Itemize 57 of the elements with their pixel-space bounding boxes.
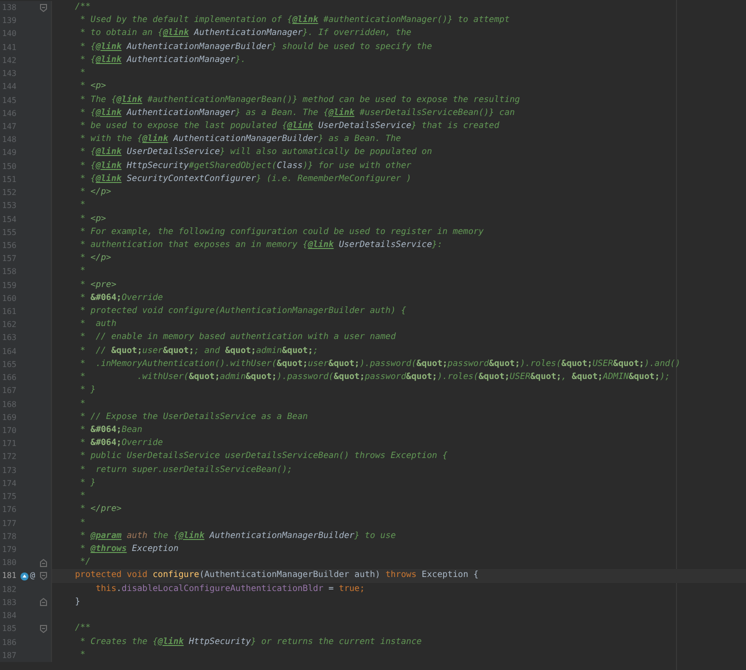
code-line: * @param auth the {@link AuthenticationManagerBuilder} to use <box>79 530 396 541</box>
code-line: * <pre> <box>79 280 116 290</box>
code-line: * @throws Exception <box>79 544 178 554</box>
code-line: * <box>79 491 86 502</box>
code-line: protected void configure(AuthenticationManagerBuilder auth) throws Exception { <box>75 570 479 580</box>
code-line: * <box>79 200 86 210</box>
code-line: * {@link SecurityContextConfigurer} (i.e. RememberMeConfigurer ) <box>79 174 412 184</box>
code-line: * <box>79 518 86 528</box>
fold-icon[interactable] <box>40 598 47 606</box>
code-line: * // Expose the UserDetailsService as a Bean <box>79 412 308 422</box>
code-line: * For example, the following configuration could be used to register in memory <box>79 226 484 237</box>
code-line: * {@link AuthenticationManager} as a Bean. The {@link #userDetailsServiceBean()} can <box>79 108 515 118</box>
code-line: * {@link UserDetailsService} will also automatically be populated on <box>79 147 432 158</box>
code-line: * with the {@link AuthenticationManagerBuilder} as a Bean. The <box>79 134 401 144</box>
code-line: * be used to expose the last populated {@link UserDetailsService} that is created <box>79 120 500 131</box>
code-line: * The {@link #authenticationManagerBean()} method can be used to expose the resulting <box>79 94 520 105</box>
line-number: 181 <box>1 570 18 582</box>
code-line: * public UserDetailsService userDetailsServiceBean() throws Exception { <box>79 451 448 462</box>
code-line: * to obtain an {@link AuthenticationManager}. If overridden, the <box>79 28 412 38</box>
code-line: * </p> <box>79 253 112 264</box>
code-line: } <box>75 596 80 607</box>
override-icon[interactable] <box>20 572 29 581</box>
annotation-marker[interactable]: @ <box>30 572 36 581</box>
code-line: */ <box>79 557 91 568</box>
code-line: this.disableLocalConfigureAuthenticationBldr = true; <box>94 584 365 594</box>
code-line: * {@link HttpSecurity#getSharedObject(Class)} for use with other <box>79 160 412 171</box>
code-line: * } <box>79 385 96 396</box>
code-line: * <p> <box>79 81 106 92</box>
code-line: * authentication that exposes an in memory {@link UserDetailsService}: <box>79 240 442 250</box>
code-line: * <box>79 650 86 660</box>
code-line: * &#064;Override <box>79 292 163 303</box>
code-line: * protected void configure(AuthenticationManagerBuilder auth) { <box>79 306 406 316</box>
code-line: * } <box>79 478 96 488</box>
code-line: * &#064;Override <box>79 438 163 448</box>
code-line: /** <box>75 623 91 634</box>
code-line: * <box>79 398 86 409</box>
code-line: * {@link AuthenticationManager}. <box>79 54 246 65</box>
fold-icon[interactable] <box>40 4 47 12</box>
code-line: * </pre> <box>79 504 122 514</box>
code-line: * .inMemoryAuthentication().withUser(&quot;user&quot;).password(&quot;password&quot;).roles(&quot;USER&quot;).and() <box>79 358 680 369</box>
code-line: * auth <box>79 319 116 330</box>
code-line: * Creates the {@link HttpSecurity} or returns the current instance <box>79 636 422 646</box>
fold-icon[interactable] <box>40 624 47 633</box>
code-line: * <box>79 266 86 276</box>
code-line: * <p> <box>79 214 106 224</box>
code-line: * return super.userDetailsServiceBean(); <box>79 464 292 475</box>
code-line: * </p> <box>79 187 112 198</box>
fold-icon[interactable] <box>40 558 47 567</box>
code-line: * {@link AuthenticationManagerBuilder} should be used to specify the <box>79 42 432 52</box>
code-line: * Used by the default implementation of {@link #authenticationManager()} to attempt <box>79 15 510 26</box>
fold-icon[interactable] <box>40 572 47 580</box>
code-line: * <box>79 68 86 78</box>
code-line: * .withUser(&quot;admin&quot;).password(&quot;password&quot;).roles(&quot;USER&quot;, &quot;ADMIN&quot;); <box>79 372 670 382</box>
code-line: /** <box>75 2 91 12</box>
code-line: * // &quot;user&quot;; and &quot;admin&quot;; <box>79 346 318 356</box>
code-line: * &#064;Bean <box>79 425 142 435</box>
code-line: * // enable in memory based authentication with a user named <box>79 332 396 342</box>
